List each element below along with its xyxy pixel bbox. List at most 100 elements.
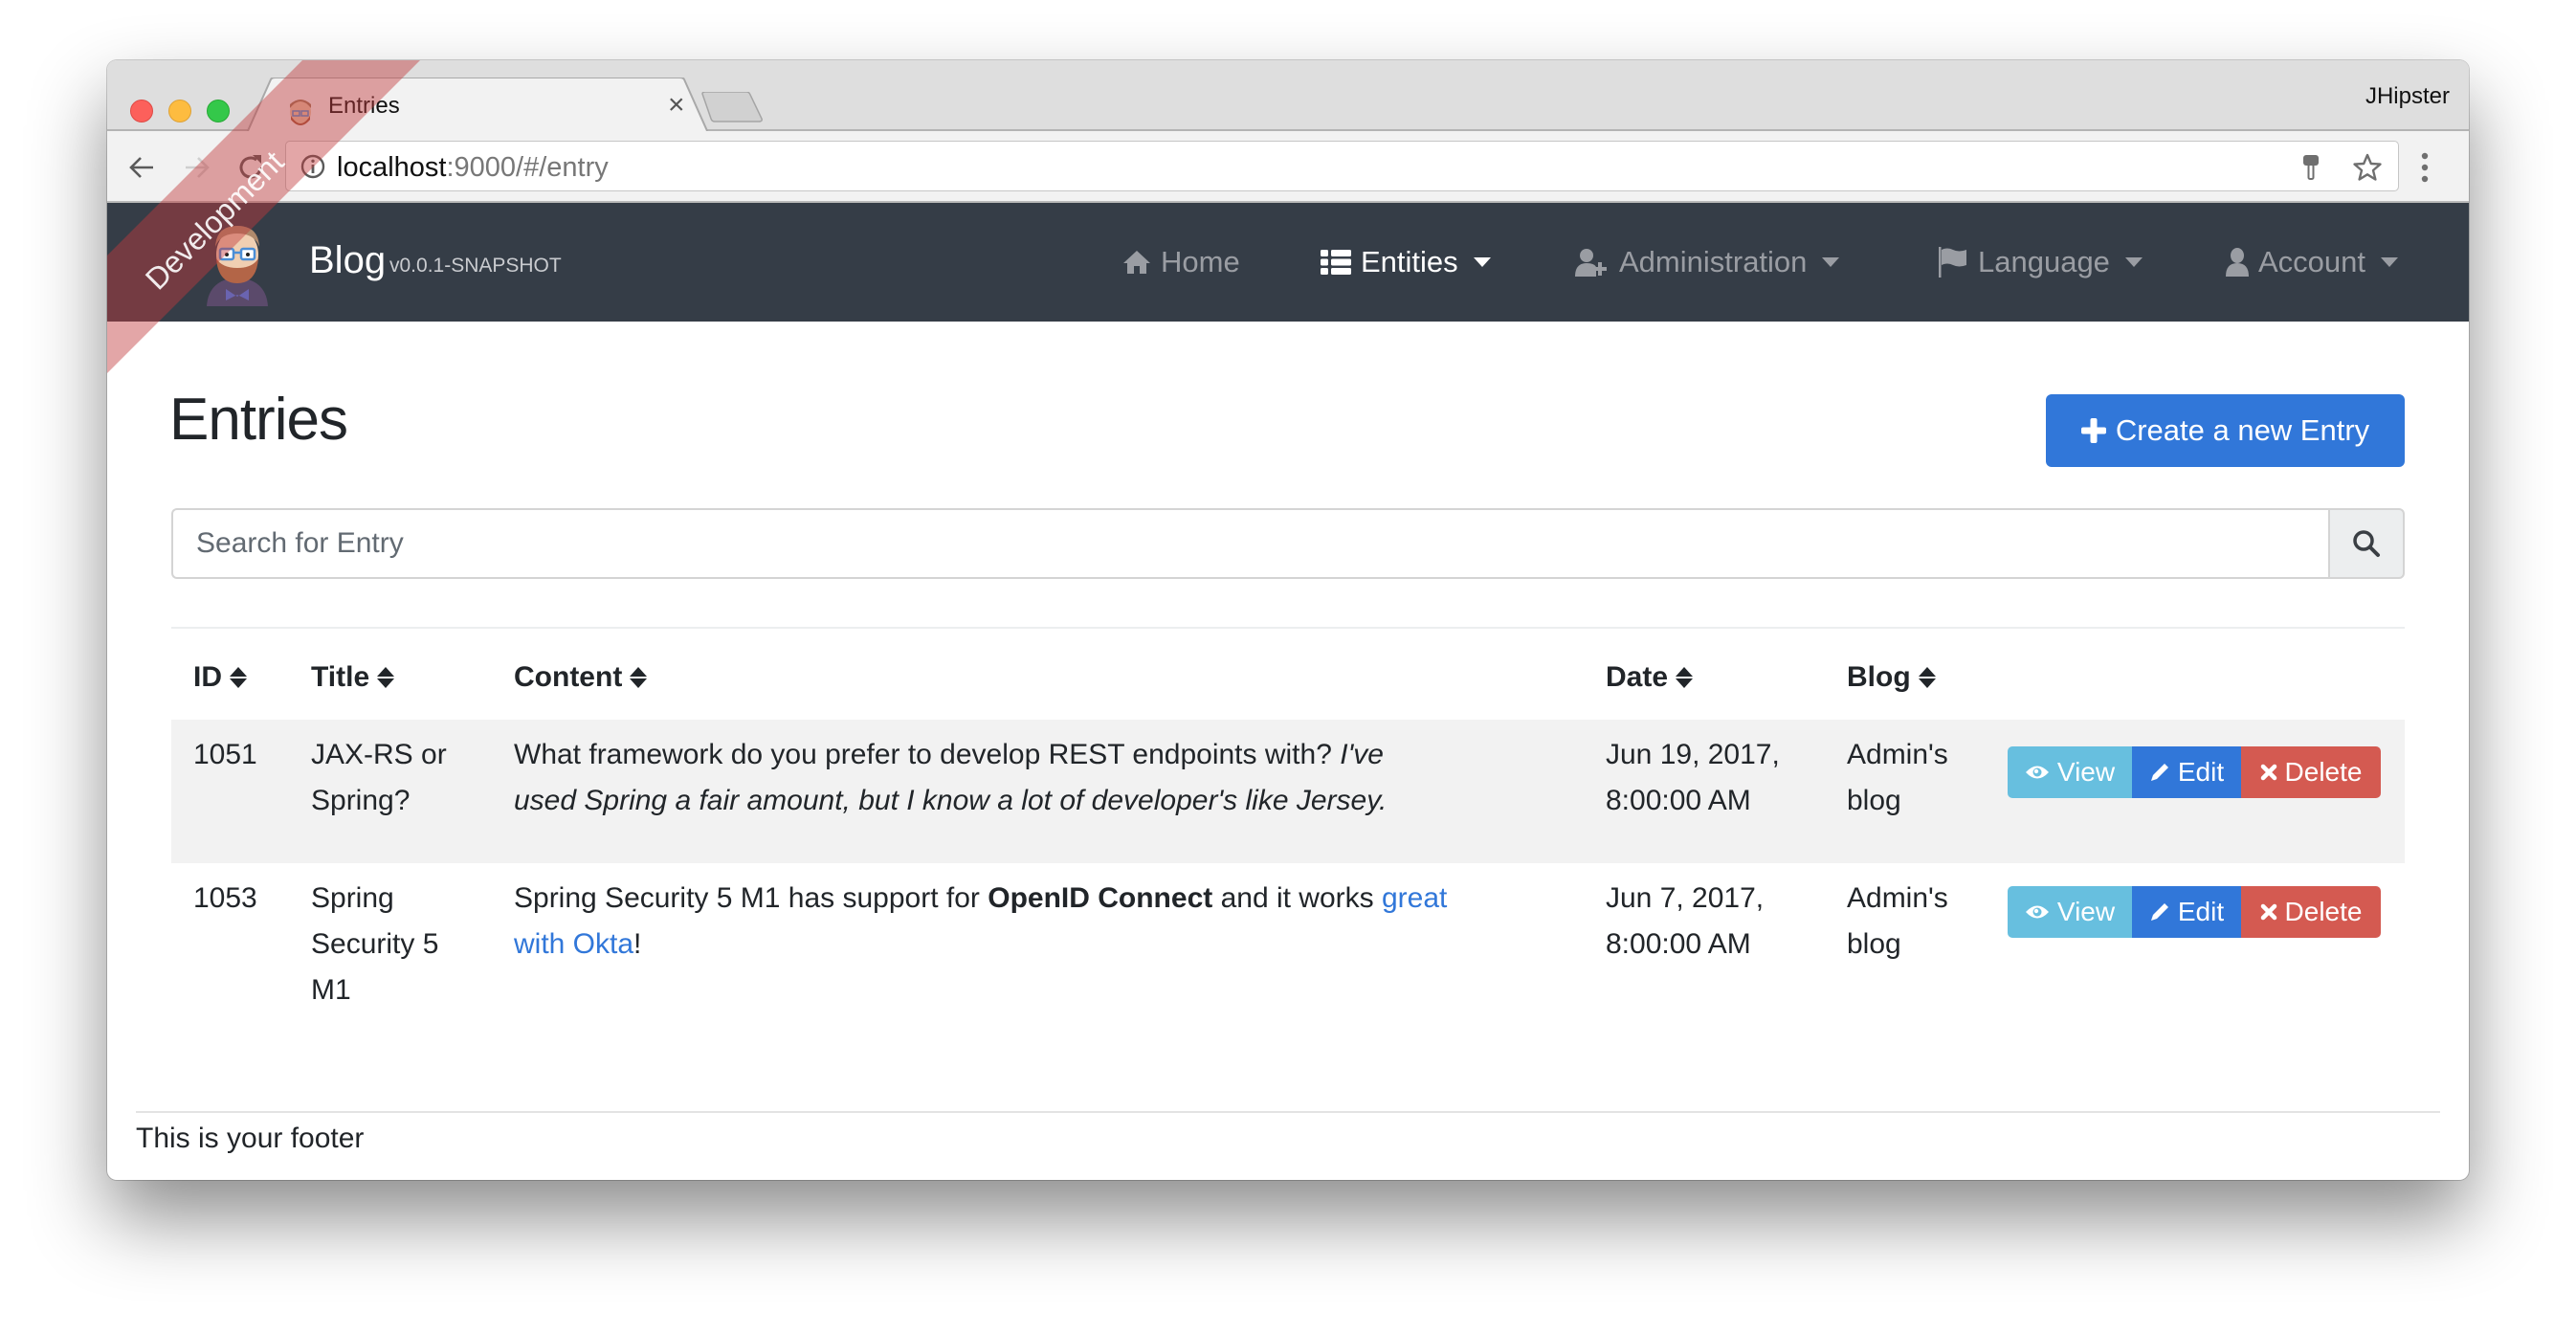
- column-header-date[interactable]: Date: [1606, 661, 1694, 694]
- nav-language-label: Language: [1978, 245, 2110, 278]
- back-arrow-icon[interactable]: [128, 154, 155, 181]
- column-header-id[interactable]: ID: [193, 661, 247, 694]
- view-button[interactable]: View: [2008, 746, 2132, 798]
- blog-line: blog: [1847, 785, 1901, 816]
- tab-shape: [247, 78, 708, 133]
- url-text[interactable]: localhost:9000/#/entry: [337, 152, 609, 184]
- nav-home-label: Home: [1161, 245, 1240, 278]
- delete-button[interactable]: Delete: [2241, 746, 2381, 798]
- table-top-divider: [171, 627, 2405, 629]
- tab-close-icon[interactable]: ×: [668, 89, 685, 122]
- entry-blog-link[interactable]: Admin's blog: [1847, 876, 1948, 967]
- maximize-window-button[interactable]: [207, 100, 230, 122]
- user-icon: [2226, 248, 2249, 277]
- page-title: Entries: [169, 387, 348, 453]
- new-tab-button[interactable]: [700, 92, 764, 122]
- content-text: and it works: [1212, 882, 1382, 914]
- brand-logo[interactable]: [199, 220, 276, 306]
- delete-button[interactable]: Delete: [2241, 886, 2381, 938]
- edit-button[interactable]: Edit: [2132, 746, 2241, 798]
- footer-text: This is your footer: [136, 1123, 365, 1154]
- entry-id-link[interactable]: 1051: [193, 732, 257, 778]
- app-version: v0.0.1-SNAPSHOT: [389, 255, 562, 277]
- delete-label: Delete: [2284, 757, 2363, 787]
- jhipster-avatar-icon: [207, 226, 268, 306]
- sort-icon: [630, 667, 648, 688]
- browser-tab[interactable]: Entries ×: [247, 78, 708, 133]
- flag-icon: [1939, 247, 1966, 278]
- key-icon[interactable]: [2302, 154, 2320, 181]
- search-button[interactable]: [2328, 508, 2405, 579]
- browser-toolbar: localhost:9000/#/entry: [107, 131, 2469, 203]
- edit-button[interactable]: Edit: [2132, 886, 2241, 938]
- address-bar[interactable]: localhost:9000/#/entry: [285, 141, 2399, 191]
- close-icon: [2260, 764, 2276, 781]
- nav-administration-label: Administration: [1619, 245, 1808, 278]
- url-host: localhost: [337, 152, 447, 183]
- date-line: Jun 19, 2017,: [1606, 739, 1780, 770]
- content-bold: OpenID Connect: [988, 882, 1213, 914]
- view-button[interactable]: View: [2008, 886, 2132, 938]
- title-line: Security 5: [311, 928, 439, 960]
- column-header-title[interactable]: Title: [311, 661, 395, 694]
- nav-account-label: Account: [2258, 245, 2366, 278]
- blog-line: Admin's: [1847, 882, 1948, 914]
- title-line: Spring: [311, 882, 394, 914]
- content-text: !: [633, 928, 642, 960]
- content-link[interactable]: with Okta: [514, 928, 633, 960]
- profile-name[interactable]: JHipster: [2365, 83, 2450, 110]
- column-header-label: Content: [514, 661, 623, 693]
- close-window-button[interactable]: [130, 100, 153, 122]
- home-icon: [1123, 251, 1150, 274]
- nav-language[interactable]: Language: [1938, 241, 2143, 283]
- app-navbar: Blog v0.0.1-SNAPSHOT Home Entities Admin: [107, 203, 2469, 322]
- content-link[interactable]: great: [1382, 882, 1447, 914]
- create-entry-button[interactable]: Create a new Entry: [2046, 394, 2405, 467]
- info-icon[interactable]: [300, 153, 326, 180]
- pencil-icon: [2150, 764, 2168, 781]
- entry-title: Spring Security 5 M1: [311, 876, 438, 1013]
- jhipster-favicon-icon: [290, 100, 311, 125]
- edit-label: Edit: [2177, 757, 2225, 787]
- pencil-icon: [2150, 903, 2168, 921]
- nav-administration[interactable]: Administration: [1575, 241, 1840, 283]
- sort-icon: [1676, 667, 1694, 688]
- browser-menu-icon[interactable]: [2419, 150, 2431, 185]
- minimize-window-button[interactable]: [168, 100, 191, 122]
- footer-divider: [136, 1111, 2440, 1113]
- view-label: View: [2056, 897, 2116, 926]
- column-header-content[interactable]: Content: [514, 661, 648, 694]
- blog-line: Admin's: [1847, 739, 1948, 770]
- entry-content: What framework do you prefer to develop …: [514, 732, 1387, 824]
- tab-bar: Entries × JHipster: [107, 60, 2469, 133]
- forward-arrow-icon[interactable]: [184, 154, 211, 181]
- column-header-label: ID: [193, 661, 222, 693]
- content-text: What framework do you prefer to develop …: [514, 739, 1341, 770]
- title-line: M1: [311, 974, 351, 1006]
- entry-id-link[interactable]: 1053: [193, 876, 257, 922]
- column-header-blog[interactable]: Blog: [1847, 661, 1936, 694]
- search-input[interactable]: [171, 508, 2330, 579]
- close-icon: [2260, 903, 2276, 921]
- chevron-down-icon: [1473, 257, 1491, 267]
- table-row: 1051 JAX-RS or Spring? What framework do…: [171, 720, 2405, 863]
- content-text: Spring Security 5 M1 has support for: [514, 882, 988, 914]
- brand-name[interactable]: Blog: [309, 239, 386, 282]
- reload-icon[interactable]: [235, 152, 266, 183]
- entry-blog-link[interactable]: Admin's blog: [1847, 732, 1948, 824]
- search-group: [171, 508, 2405, 579]
- entry-title: JAX-RS or Spring?: [311, 732, 447, 824]
- chevron-down-icon: [1822, 257, 1840, 267]
- nav-home[interactable]: Home: [1122, 241, 1240, 283]
- date-line: 8:00:00 AM: [1606, 928, 1751, 960]
- content-italic: used Spring a fair amount, but I know a …: [514, 785, 1388, 816]
- sort-icon: [230, 667, 247, 688]
- delete-label: Delete: [2284, 897, 2363, 926]
- bookmark-star-icon[interactable]: [2352, 152, 2383, 183]
- nav-entities[interactable]: Entities: [1321, 241, 1491, 283]
- tab-title: Entries: [328, 93, 400, 119]
- column-header-label: Blog: [1847, 661, 1911, 693]
- edit-label: Edit: [2177, 897, 2225, 926]
- nav-account[interactable]: Account: [2226, 241, 2399, 283]
- browser-window: Entries × JHipster localhost:9000/#/entr…: [107, 60, 2469, 1180]
